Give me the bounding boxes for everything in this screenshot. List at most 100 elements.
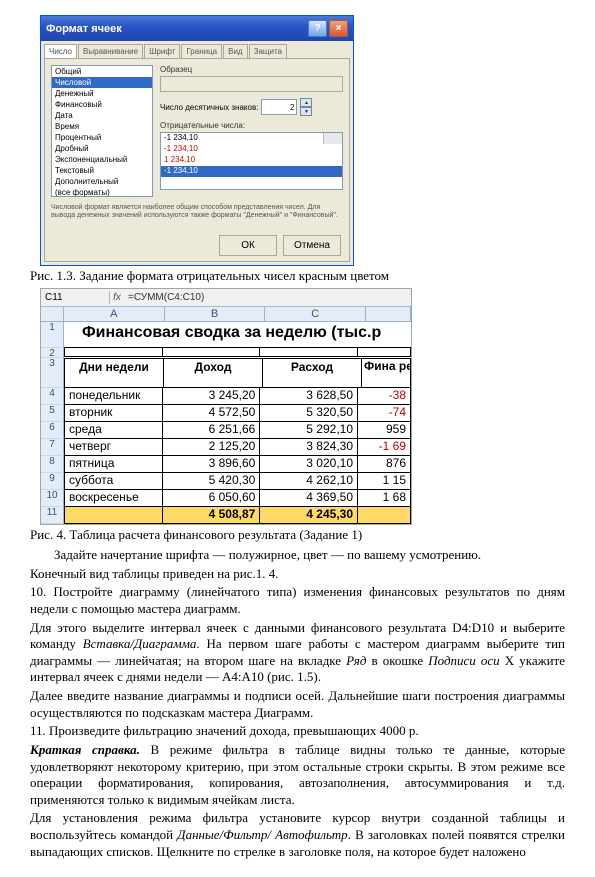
tab-number[interactable]: Число — [44, 44, 77, 58]
totals-row[interactable]: 11 4 508,87 4 245,30 — [41, 507, 411, 524]
cell[interactable]: пятница — [64, 456, 163, 473]
spin-down-icon[interactable]: ▼ — [300, 107, 312, 116]
spin-up-icon[interactable]: ▲ — [300, 98, 312, 107]
row-header[interactable]: 10 — [41, 490, 64, 507]
sheet-title[interactable]: Финансовая сводка за неделю (тыс.р — [64, 322, 411, 348]
cell[interactable]: четверг — [64, 439, 163, 456]
table-row[interactable]: 6среда6 251,665 292,10959 — [41, 422, 411, 439]
neg-option[interactable]: 1 234,10 — [161, 155, 342, 166]
cat-item[interactable]: Общий — [52, 66, 152, 77]
row-header[interactable]: 3 — [41, 358, 64, 388]
cell[interactable]: 5 320,50 — [260, 405, 358, 422]
cancel-button[interactable]: Отмена — [283, 235, 341, 256]
cat-item[interactable]: Текстовый — [52, 165, 152, 176]
cell[interactable]: 4 572,50 — [163, 405, 261, 422]
cat-item[interactable]: Денежный — [52, 88, 152, 99]
row-header[interactable]: 5 — [41, 405, 64, 422]
row-header[interactable]: 1 — [41, 322, 64, 348]
cell[interactable] — [358, 507, 411, 524]
neg-option[interactable]: -1 234,10 — [161, 144, 342, 155]
cat-item[interactable]: Числовой — [52, 77, 152, 88]
cell[interactable]: 3 020,10 — [260, 456, 358, 473]
row-header[interactable]: 9 — [41, 473, 64, 490]
cell[interactable]: -1 69 — [358, 439, 411, 456]
cell[interactable]: 4 262,10 — [260, 473, 358, 490]
cell[interactable]: 3 628,50 — [260, 388, 358, 405]
cell[interactable]: 1 15 — [358, 473, 411, 490]
cell[interactable]: 1 68 — [358, 490, 411, 507]
column-headers: A B C — [41, 307, 411, 322]
table-row[interactable]: 8пятница3 896,603 020,10876 — [41, 456, 411, 473]
select-all[interactable] — [41, 307, 64, 321]
tab-alignment[interactable]: Выравнивание — [78, 44, 143, 58]
tab-fill[interactable]: Вид — [223, 44, 247, 58]
row-header[interactable]: 2 — [41, 348, 64, 358]
row-header[interactable]: 11 — [41, 507, 64, 524]
name-box[interactable]: C11 — [41, 291, 110, 304]
cat-item[interactable]: Экспоненциальный — [52, 154, 152, 165]
category-list[interactable]: Общий Числовой Денежный Финансовый Дата … — [51, 65, 153, 197]
cat-item[interactable]: Финансовый — [52, 99, 152, 110]
cat-item[interactable]: Дополнительный — [52, 176, 152, 187]
cell[interactable]: 876 — [358, 456, 411, 473]
cat-item[interactable]: Дробный — [52, 143, 152, 154]
close-button[interactable]: × — [329, 20, 348, 37]
paragraph: Далее введите название диаграммы и подпи… — [30, 688, 565, 721]
cell[interactable] — [64, 507, 163, 524]
cat-item[interactable]: Время — [52, 121, 152, 132]
cell[interactable]: -38 — [358, 388, 411, 405]
cat-item[interactable]: (все форматы) — [52, 187, 152, 198]
col-header[interactable]: C — [265, 307, 366, 321]
cell[interactable]: воскресенье — [64, 490, 163, 507]
table-header[interactable]: Дни недели — [64, 358, 164, 388]
cell[interactable]: 4 245,30 — [260, 507, 358, 524]
table-header[interactable]: Доход — [164, 358, 263, 388]
tab-protect[interactable]: Защита — [249, 44, 287, 58]
cell[interactable]: вторник — [64, 405, 163, 422]
table-row[interactable]: 7четверг2 125,203 824,30-1 69 — [41, 439, 411, 456]
cell[interactable]: 6 251,66 — [163, 422, 261, 439]
cat-item[interactable]: Процентный — [52, 132, 152, 143]
cell[interactable]: 4 508,87 — [163, 507, 261, 524]
help-button[interactable]: ? — [308, 20, 327, 37]
table-row[interactable]: 10воскресенье6 050,604 369,501 68 — [41, 490, 411, 507]
row-header[interactable]: 7 — [41, 439, 64, 456]
neg-option[interactable]: -1 234,10 — [161, 133, 342, 144]
cell[interactable]: 3 824,30 — [260, 439, 358, 456]
row-header[interactable]: 8 — [41, 456, 64, 473]
row-header[interactable]: 6 — [41, 422, 64, 439]
table-header[interactable]: Расход — [263, 358, 362, 388]
dialog-body: Общий Числовой Денежный Финансовый Дата … — [44, 58, 350, 262]
table-row[interactable]: 9суббота5 420,304 262,101 15 — [41, 473, 411, 490]
cell[interactable]: 5 420,30 — [163, 473, 261, 490]
fx-icon[interactable]: fx — [110, 292, 124, 303]
col-header[interactable]: B — [165, 307, 266, 321]
table-header[interactable]: Фина резу — [362, 358, 411, 388]
cell[interactable]: понедельник — [64, 388, 163, 405]
cell[interactable]: 6 050,60 — [163, 490, 261, 507]
cell[interactable]: 2 125,20 — [163, 439, 261, 456]
table-row[interactable]: 5вторник4 572,505 320,50-74 — [41, 405, 411, 422]
cell[interactable]: суббота — [64, 473, 163, 490]
cell[interactable]: 5 292,10 — [260, 422, 358, 439]
cell[interactable]: среда — [64, 422, 163, 439]
scrollbar[interactable] — [323, 133, 342, 144]
neg-option[interactable]: -1 234,10 — [161, 166, 342, 177]
cell[interactable]: 4 369,50 — [260, 490, 358, 507]
tab-font[interactable]: Шрифт — [144, 44, 180, 58]
table-row[interactable]: 4понедельник3 245,203 628,50-38 — [41, 388, 411, 405]
col-header[interactable] — [366, 307, 411, 321]
cell[interactable]: -74 — [358, 405, 411, 422]
cell[interactable]: 3 245,20 — [163, 388, 261, 405]
decimals-input[interactable]: 2 — [261, 99, 297, 115]
row-header[interactable]: 4 — [41, 388, 64, 405]
cat-item[interactable]: Дата — [52, 110, 152, 121]
dialog-titlebar[interactable]: Формат ячеек ? × — [41, 16, 353, 41]
formula-input[interactable]: =СУММ(C4:C10) — [124, 291, 411, 304]
cell[interactable]: 959 — [358, 422, 411, 439]
col-header[interactable]: A — [64, 307, 165, 321]
negatives-list[interactable]: -1 234,10 -1 234,10 1 234,10 -1 234,10 — [160, 132, 343, 190]
cell[interactable]: 3 896,60 — [163, 456, 261, 473]
tab-border[interactable]: Граница — [181, 44, 222, 58]
ok-button[interactable]: ОК — [219, 235, 277, 256]
